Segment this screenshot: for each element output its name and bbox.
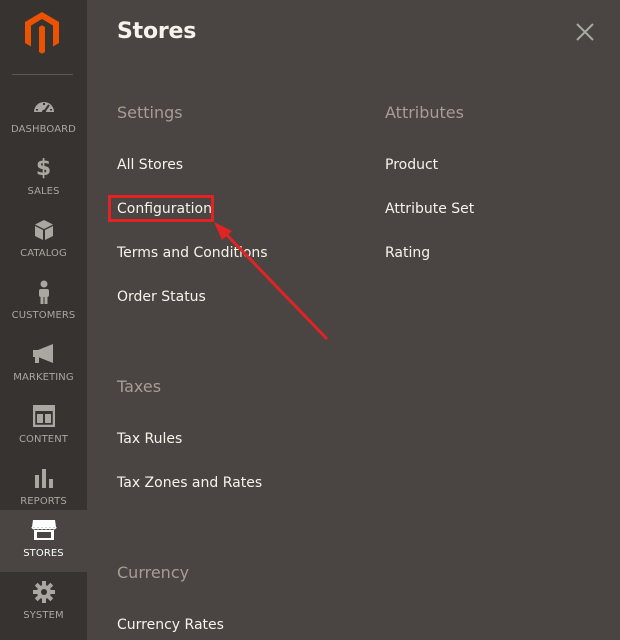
person-icon xyxy=(0,280,87,304)
panel-title: Stores xyxy=(117,19,197,44)
nav-item-system[interactable]: SYSTEM xyxy=(0,572,87,634)
gauge-icon xyxy=(0,94,87,118)
logo-divider xyxy=(12,74,73,75)
nav-label-content: CONTENT xyxy=(18,434,69,445)
menu-link-tax-zones-and-rates[interactable]: Tax Zones and Rates xyxy=(117,475,262,491)
annotation-arrow xyxy=(214,222,329,341)
nav-label-reports: REPORTS xyxy=(20,496,67,507)
configuration-highlight-box xyxy=(108,195,214,222)
megaphone-icon xyxy=(0,342,87,366)
menu-link-tax-rules[interactable]: Tax Rules xyxy=(117,431,182,447)
nav-item-dashboard[interactable]: DASHBOARD xyxy=(0,86,87,148)
store-icon xyxy=(0,518,87,542)
nav-label-stores: STORES xyxy=(23,548,64,559)
section-title-attributes: Attributes xyxy=(385,103,464,122)
nav-label-customers: CUSTOMERS xyxy=(11,310,76,321)
menu-link-rating[interactable]: Rating xyxy=(385,245,430,261)
nav-item-catalog[interactable]: CATALOG xyxy=(0,210,87,272)
menu-link-order-status[interactable]: Order Status xyxy=(117,289,206,305)
nav-label-dashboard: DASHBOARD xyxy=(10,124,76,135)
nav-item-sales[interactable]: $ SALES xyxy=(0,148,87,210)
section-title-settings: Settings xyxy=(117,103,183,122)
close-icon[interactable] xyxy=(574,21,596,43)
layout-icon xyxy=(0,404,87,428)
menu-link-terms-and-conditions[interactable]: Terms and Conditions xyxy=(117,245,268,261)
nav-item-content[interactable]: CONTENT xyxy=(0,396,87,458)
dollar-icon: $ xyxy=(35,155,52,181)
magento-logo-icon[interactable] xyxy=(22,10,62,54)
bar-chart-icon xyxy=(0,466,87,490)
nav-item-customers[interactable]: CUSTOMERS xyxy=(0,272,87,334)
nav-item-marketing[interactable]: MARKETING xyxy=(0,334,87,396)
section-title-taxes: Taxes xyxy=(117,377,162,396)
menu-link-attribute-set[interactable]: Attribute Set xyxy=(385,201,474,217)
gear-icon xyxy=(0,580,87,604)
nav-label-sales: SALES xyxy=(27,186,60,197)
nav-label-marketing: MARKETING xyxy=(13,372,74,383)
nav-item-stores[interactable]: STORES xyxy=(0,510,87,572)
menu-link-currency-rates[interactable]: Currency Rates xyxy=(117,617,224,633)
admin-sidebar: DASHBOARD $ SALES CATALOG CUSTOMERS MARK… xyxy=(0,0,87,640)
nav-label-catalog: CATALOG xyxy=(20,248,67,259)
menu-link-all-stores[interactable]: All Stores xyxy=(117,157,183,173)
box-icon xyxy=(0,218,87,242)
nav-label-system: SYSTEM xyxy=(23,610,64,621)
section-title-currency: Currency xyxy=(117,563,190,582)
menu-link-product[interactable]: Product xyxy=(385,157,438,173)
